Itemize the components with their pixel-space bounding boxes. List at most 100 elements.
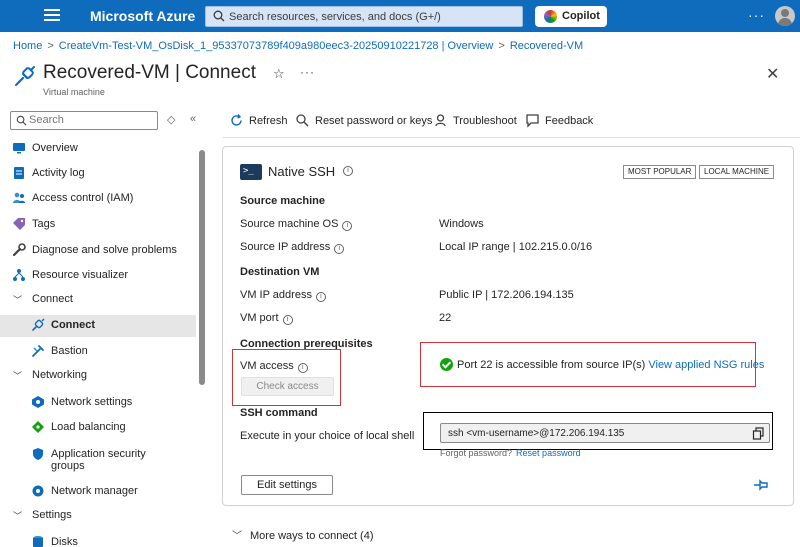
sidebar-item-label: Connect xyxy=(51,319,95,331)
sidebar-item-disks[interactable]: Disks xyxy=(0,532,196,547)
sidebar-item-load-balancing[interactable]: Load balancing xyxy=(0,417,196,439)
collapse-sidebar-icon[interactable]: « xyxy=(190,113,196,125)
check-access-button[interactable]: Check access xyxy=(241,377,334,396)
refresh-label: Refresh xyxy=(249,115,288,127)
close-icon[interactable]: ✕ xyxy=(766,64,779,84)
sidebar-item-label: Network manager xyxy=(51,485,138,497)
vm-ip-label: VM IP address i xyxy=(240,289,326,302)
sidebar-item-access-control[interactable]: Access control (IAM) xyxy=(0,188,196,210)
vm-port-value: 22 xyxy=(439,312,452,324)
breadcrumb-recovered-vm[interactable]: Recovered-VM xyxy=(510,40,583,52)
card-title: Native SSH xyxy=(268,164,336,179)
refresh-icon xyxy=(231,114,242,126)
sidebar-item-network-manager[interactable]: Network manager xyxy=(0,481,196,503)
security-group-icon xyxy=(33,448,43,460)
sidebar-item-label: Access control (IAM) xyxy=(32,192,134,204)
avatar[interactable] xyxy=(775,6,795,26)
source-ip-value: Local IP range | 102.215.0.0/16 xyxy=(439,241,593,253)
sidebar-item-network-settings[interactable]: Network settings xyxy=(0,392,196,414)
info-icon: i xyxy=(282,315,293,325)
sidebar-group-networking[interactable]: ﹀ Networking xyxy=(0,365,196,387)
breadcrumb-disk-overview[interactable]: CreateVm-Test-VM_OsDisk_1_95337073789f40… xyxy=(59,40,494,52)
sidebar-scrollbar[interactable] xyxy=(199,150,205,385)
sidebar-group-label: Networking xyxy=(32,369,88,381)
troubleshoot-icon xyxy=(435,114,446,127)
info-icon[interactable]: i xyxy=(343,166,353,176)
load-balancer-icon xyxy=(32,421,44,433)
copilot-label: Copilot xyxy=(562,10,600,22)
top-bar: Microsoft Azure Search resources, servic… xyxy=(0,0,800,32)
hamburger-menu-icon[interactable] xyxy=(44,9,60,23)
ssh-command-field[interactable]: ssh <vm-username>@172.206.194.135 xyxy=(440,423,770,443)
edit-settings-button[interactable]: Edit settings xyxy=(241,475,333,495)
bastion-icon xyxy=(32,345,44,357)
sidebar-item-connect[interactable]: Connect xyxy=(0,315,196,337)
favorite-star-icon[interactable]: ☆ xyxy=(273,66,285,82)
sidebar-group-label: Connect xyxy=(32,293,73,305)
wrench-icon xyxy=(12,243,26,257)
breadcrumb-home[interactable]: Home xyxy=(13,40,42,52)
copy-icon[interactable] xyxy=(752,427,765,440)
chevron-down-icon: ﹀ xyxy=(232,531,242,542)
sidebar-item-resource-visualizer[interactable]: Resource visualizer xyxy=(0,265,196,287)
more-ways-to-connect[interactable]: ﹀ More ways to connect (4) xyxy=(232,527,374,542)
native-ssh-card: >_ Native SSH i MOST POPULAR LOCAL MACHI… xyxy=(222,146,794,506)
reset-password-link[interactable]: Reset password xyxy=(516,448,581,458)
forgot-password-text: Forgot password? xyxy=(440,448,513,458)
title-more-icon[interactable]: ··· xyxy=(300,65,315,79)
sidebar-group-label: Settings xyxy=(32,509,72,521)
sidebar-item-label: Application security groups xyxy=(51,448,146,472)
monitor-icon xyxy=(13,143,25,154)
info-icon: i xyxy=(315,292,326,302)
copilot-button[interactable]: Copilot xyxy=(535,6,607,27)
vm-access-label: VM access i xyxy=(240,360,308,373)
toolbar-divider xyxy=(223,137,800,138)
global-search-input[interactable]: Search resources, services, and docs (G+… xyxy=(205,6,523,27)
sidebar-item-overview[interactable]: Overview xyxy=(0,138,196,160)
sidebar-item-label: Network settings xyxy=(51,396,133,408)
ssh-command-label: Execute in your choice of local shell xyxy=(240,430,415,442)
page-title: Recovered-VM | Connect xyxy=(43,62,256,83)
page-subtitle: Virtual machine xyxy=(43,87,105,97)
vm-port-label: VM port i xyxy=(240,312,293,325)
vm-ip-value: Public IP | 172.206.194.135 xyxy=(439,289,574,301)
port-status-text: Port 22 is accessible from source IP(s) xyxy=(457,359,646,371)
sidebar-search-input[interactable] xyxy=(29,114,149,126)
breadcrumb-separator: > xyxy=(498,40,505,52)
sidebar-item-bastion[interactable]: Bastion xyxy=(0,341,196,363)
sidebar-item-label: Tags xyxy=(32,218,56,230)
view-nsg-rules-link[interactable]: View applied NSG rules xyxy=(648,359,764,371)
sidebar-item-label: Bastion xyxy=(51,345,88,357)
sidebar-item-label: Diagnose and solve problems xyxy=(32,244,177,256)
hierarchy-icon xyxy=(13,269,25,281)
sidebar-item-app-security-groups[interactable]: Application security groups xyxy=(0,444,196,474)
breadcrumb: Home > CreateVm-Test-VM_OsDisk_1_953370737… xyxy=(13,40,583,52)
sidebar-toggle-icon[interactable]: ◇ xyxy=(167,113,175,126)
sidebar-item-tags[interactable]: Tags xyxy=(0,214,196,236)
info-icon: i xyxy=(297,363,308,373)
port-status: Port 22 is accessible from source IP(s) … xyxy=(457,359,764,371)
azure-brand[interactable]: Microsoft Azure xyxy=(90,8,195,24)
sidebar-search[interactable] xyxy=(10,111,158,130)
search-icon xyxy=(16,115,27,126)
network-manager-icon xyxy=(32,485,44,497)
info-icon: i xyxy=(334,244,345,254)
global-search-placeholder: Search resources, services, and docs (G+… xyxy=(229,11,441,23)
sidebar-item-diagnose[interactable]: Diagnose and solve problems xyxy=(0,240,196,262)
info-icon: i xyxy=(342,221,353,231)
section-destination-vm: Destination VM xyxy=(240,266,320,278)
sidebar-group-connect[interactable]: ﹀ Connect xyxy=(0,289,196,311)
breadcrumb-separator: > xyxy=(47,40,54,52)
feedback-icon xyxy=(526,114,539,128)
copilot-icon xyxy=(544,10,557,23)
plug-icon xyxy=(32,318,45,331)
feedback-label: Feedback xyxy=(545,115,594,127)
sidebar-item-activity-log[interactable]: Activity log xyxy=(0,163,196,185)
troubleshoot-label: Troubleshoot xyxy=(453,115,517,127)
topbar-more-icon[interactable]: ··· xyxy=(748,7,765,23)
sidebar-item-label: Overview xyxy=(32,142,78,154)
sidebar-group-settings[interactable]: ﹀ Settings xyxy=(0,505,196,527)
people-icon xyxy=(13,192,25,203)
pin-icon[interactable] xyxy=(753,478,769,492)
chevron-down-icon: ﹀ xyxy=(13,295,23,305)
